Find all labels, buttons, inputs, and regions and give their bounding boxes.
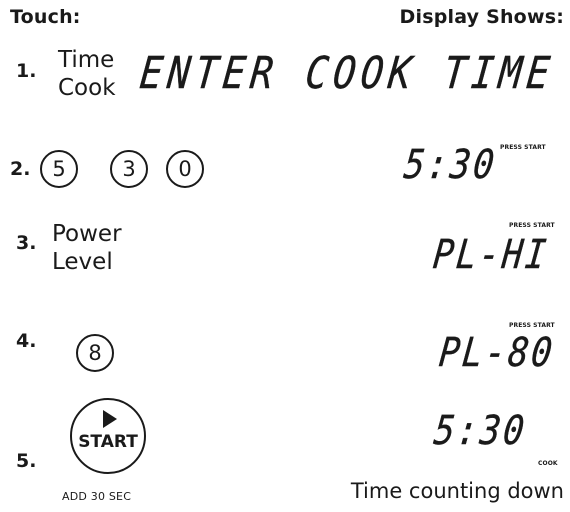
step-1-number: 1. xyxy=(16,60,37,82)
display-enter-cook-time: ENTER COOK TIME xyxy=(137,48,557,99)
display-shows-header: Display Shows: xyxy=(399,6,564,28)
step-3-number: 3. xyxy=(16,232,37,254)
power-level-pad-label[interactable]: Power Level xyxy=(52,220,122,276)
start-button[interactable]: START xyxy=(70,398,146,474)
add-30-sec-caption: ADD 30 SEC xyxy=(62,490,132,503)
time-cook-pad-label[interactable]: Time Cook xyxy=(58,46,116,102)
step-4-number: 4. xyxy=(16,330,37,352)
time-cook-line2: Cook xyxy=(58,75,116,101)
key-5-button[interactable]: 5 xyxy=(40,150,78,188)
touch-header: Touch: xyxy=(10,6,81,28)
cook-indicator: COOK xyxy=(538,460,558,467)
step-2-number: 2. xyxy=(10,158,31,180)
key-3-button[interactable]: 3 xyxy=(110,150,148,188)
display-time-5-30-cooking: 5:30 xyxy=(431,408,529,454)
start-button-label: START xyxy=(78,432,138,452)
display-time-5-30: 5:30 xyxy=(401,142,499,188)
time-counting-down-note: Time counting down xyxy=(350,479,564,503)
display-pl-80: PL-80 xyxy=(436,330,557,376)
key-0-button[interactable]: 0 xyxy=(166,150,204,188)
power-level-line1: Power xyxy=(52,221,122,247)
power-level-line2: Level xyxy=(52,249,113,275)
step-5-number: 5. xyxy=(16,450,37,472)
press-start-indicator: PRESS START xyxy=(500,144,546,151)
press-start-indicator: PRESS START xyxy=(509,222,555,229)
key-8-button[interactable]: 8 xyxy=(76,334,114,372)
play-icon xyxy=(103,410,117,428)
press-start-indicator: PRESS START xyxy=(509,322,555,329)
display-pl-hi: PL-HI xyxy=(430,232,551,278)
time-cook-line1: Time xyxy=(58,47,115,73)
